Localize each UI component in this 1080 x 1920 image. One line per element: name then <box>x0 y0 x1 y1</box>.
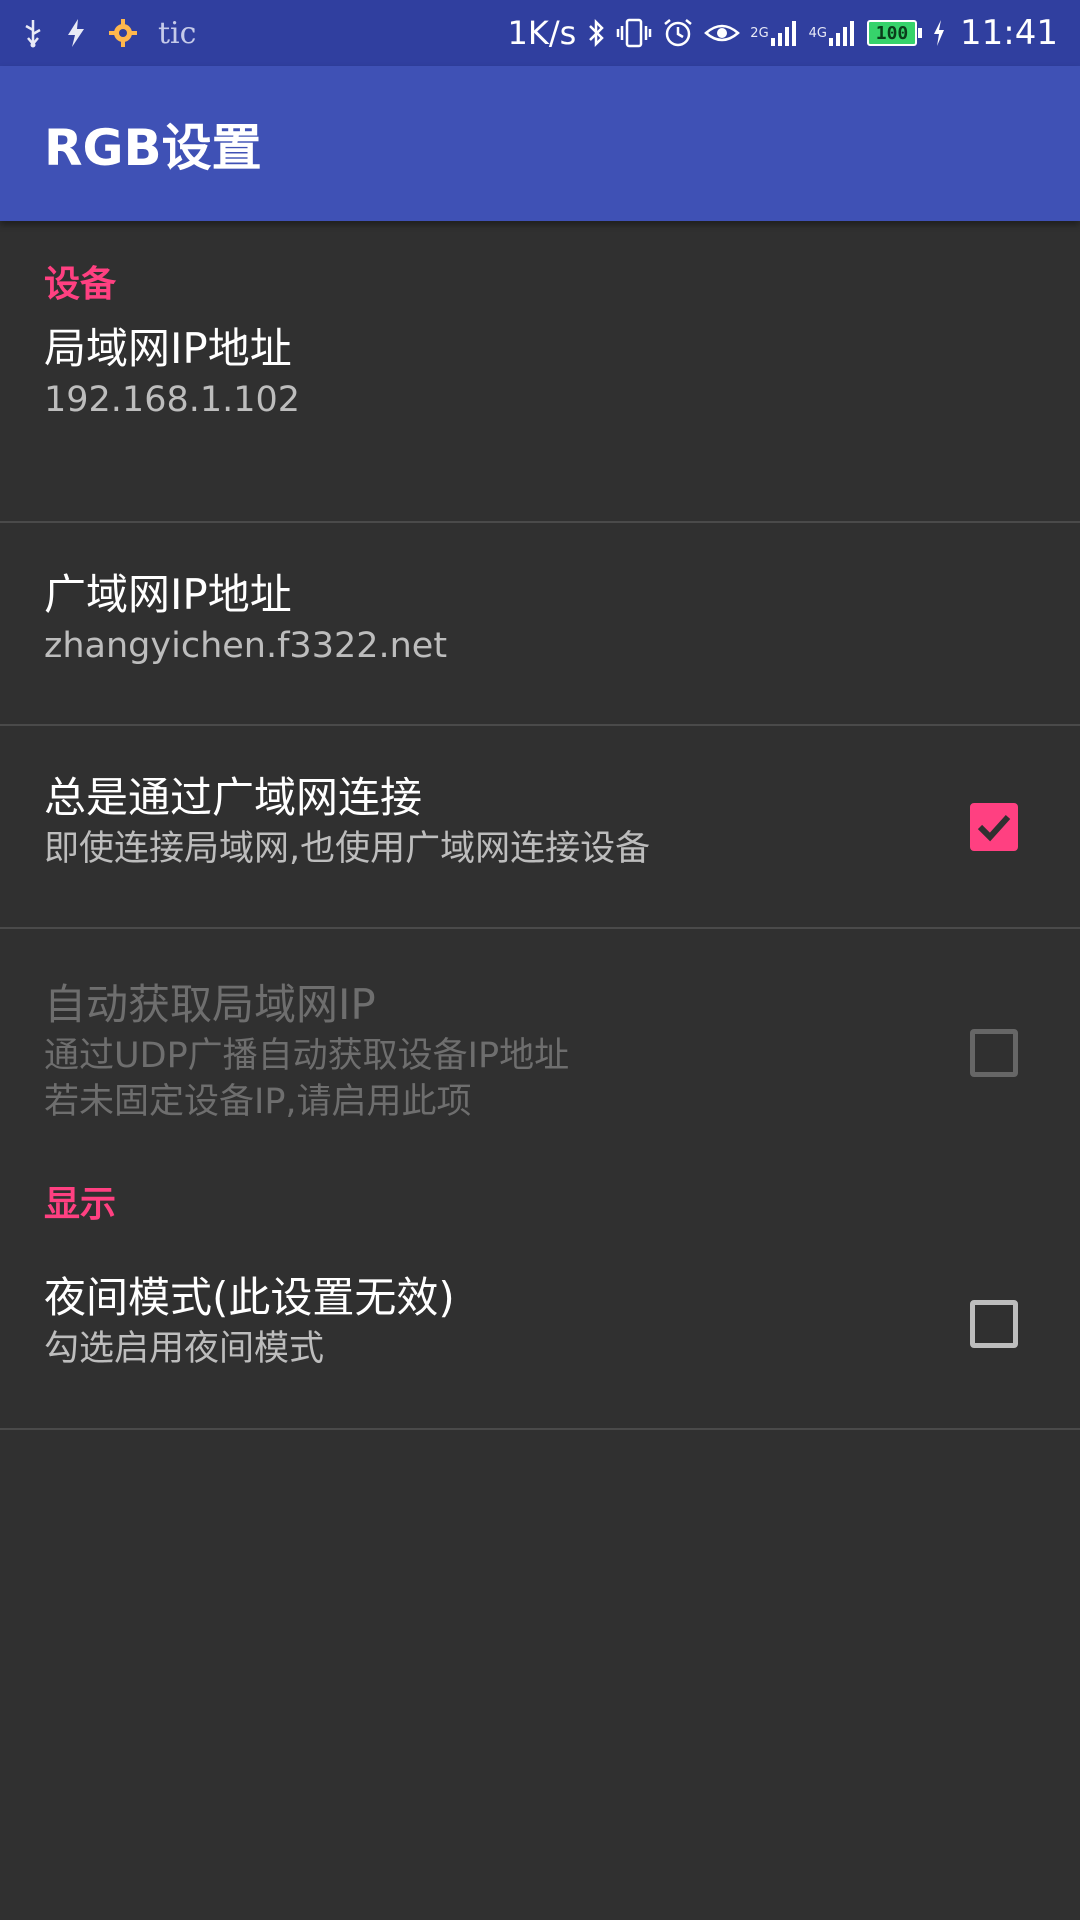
pref-auto-lan-ip: 自动获取局域网IP 通过UDP广播自动获取设备IP地址 若未固定设备IP,请启用… <box>0 929 1080 1157</box>
battery-level: 100 <box>867 20 918 46</box>
night-mode-checkbox[interactable] <box>970 1300 1018 1348</box>
pref-always-wan[interactable]: 总是通过广域网连接 即使连接局域网,也使用广域网连接设备 <box>0 726 1080 927</box>
pref-summary: 即使连接局域网,也使用广域网连接设备 <box>44 829 651 869</box>
net-2g-label: 2G <box>750 25 769 41</box>
divider <box>0 1428 1080 1430</box>
category-header-display: 显示 <box>44 1184 117 1225</box>
battery-tip <box>918 28 923 38</box>
vibrate-icon <box>616 17 652 49</box>
pref-lan-ip[interactable]: 局域网IP地址 192.168.1.102 <box>0 321 1080 521</box>
eye-icon <box>704 19 741 47</box>
checkmark-icon <box>977 814 1011 842</box>
page-title: RGB设置 <box>44 118 262 177</box>
pref-title: 广域网IP地址 <box>44 570 292 619</box>
bluetooth-icon <box>586 17 606 49</box>
status-bar-left: tic <box>22 16 216 51</box>
pref-title: 局域网IP地址 <box>44 324 292 373</box>
always-wan-checkbox[interactable] <box>970 803 1018 851</box>
pref-summary: zhangyichen.f3322.net <box>44 626 448 666</box>
pref-wan-ip[interactable]: 广域网IP地址 zhangyichen.f3322.net <box>0 523 1080 724</box>
flash-icon <box>64 18 88 48</box>
battery-icon: 100 <box>867 20 923 46</box>
preferences-list: 设备 局域网IP地址 192.168.1.102 广域网IP地址 zhangyi… <box>0 221 1080 1430</box>
alarm-icon <box>662 17 694 49</box>
clock: 11:41 <box>960 13 1058 53</box>
status-bar-right: 1K/s 2G 4G 100 11:41 <box>498 13 1059 53</box>
status-app-label: tic <box>158 15 197 51</box>
signal-2g-icon: 2G <box>750 18 798 48</box>
pref-title: 总是通过广域网连接 <box>44 773 423 822</box>
auto-lan-ip-checkbox <box>970 1029 1018 1077</box>
pref-night-mode[interactable]: 夜间模式(此设置无效) 勾选启用夜间模式 <box>0 1252 1080 1428</box>
pref-summary-line1: 通过UDP广播自动获取设备IP地址 <box>44 1036 570 1076</box>
charging-icon <box>932 19 946 47</box>
pref-summary: 192.168.1.102 <box>44 380 301 420</box>
pref-summary: 勾选启用夜间模式 <box>44 1329 325 1369</box>
pref-title: 夜间模式(此设置无效) <box>44 1273 455 1322</box>
gear-icon <box>108 18 138 48</box>
status-bar: tic 1K/s 2G 4G 100 11:41 <box>0 0 1080 66</box>
pref-summary-line2: 若未固定设备IP,请启用此项 <box>44 1082 472 1122</box>
app-bar: RGB设置 <box>0 66 1080 221</box>
net-4g-label: 4G <box>808 25 828 41</box>
pref-title: 自动获取局域网IP <box>44 980 376 1029</box>
category-header-device: 设备 <box>44 264 117 305</box>
network-speed: 1K/s <box>507 14 577 52</box>
signal-4g-icon: 4G <box>809 18 857 48</box>
usb-icon <box>22 18 44 48</box>
